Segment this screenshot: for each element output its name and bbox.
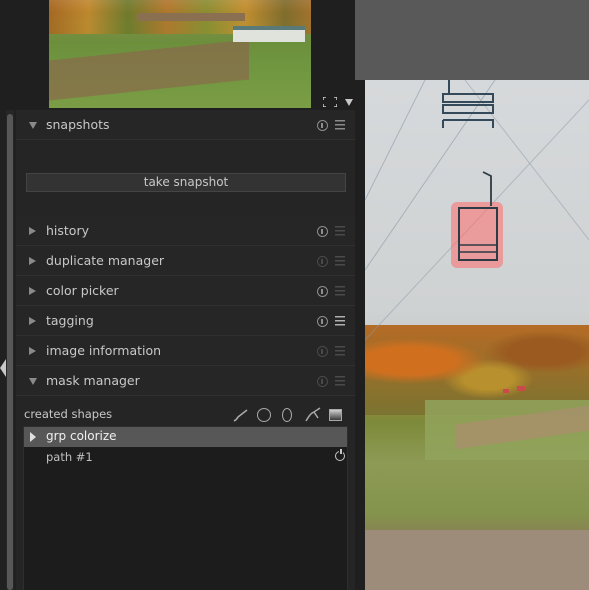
created-shapes-label: created shapes xyxy=(24,407,113,421)
presets-menu-icon[interactable] xyxy=(335,120,345,130)
module-title: image information xyxy=(46,343,162,358)
presets-menu-icon[interactable] xyxy=(335,286,345,296)
presets-menu-icon[interactable] xyxy=(335,256,345,266)
path-icon[interactable] xyxy=(305,407,321,422)
module-title: duplicate manager xyxy=(46,253,165,268)
ellipse-icon[interactable] xyxy=(282,408,292,422)
mask-group-row[interactable]: grp colorize xyxy=(24,427,347,447)
collapsed-arrow-icon xyxy=(29,227,36,235)
collapsed-arrow-icon xyxy=(29,347,36,355)
circle-icon[interactable] xyxy=(257,408,271,422)
snapshots-body: take snapshot xyxy=(16,140,355,216)
fullscreen-icon[interactable] xyxy=(323,97,337,107)
navigation-thumbnail[interactable] xyxy=(49,0,311,108)
thumbnail-lodge xyxy=(233,26,305,42)
gradient-icon[interactable] xyxy=(329,409,342,421)
group-name: grp colorize xyxy=(46,429,117,443)
shape-name: path #1 xyxy=(46,450,93,464)
zoom-dropdown-icon[interactable] xyxy=(345,99,353,106)
reset-icon[interactable] xyxy=(317,316,328,327)
thumbnail-slope xyxy=(49,39,249,101)
module-title: mask manager xyxy=(46,373,140,388)
brush-icon[interactable] xyxy=(233,409,249,422)
reset-icon[interactable] xyxy=(317,120,328,131)
panel-scrollbar-thumb[interactable] xyxy=(7,114,13,590)
module-title: history xyxy=(46,223,89,238)
presets-menu-icon[interactable] xyxy=(335,376,345,386)
module-header-duplicate-manager[interactable]: duplicate manager xyxy=(16,246,355,276)
module-title: color picker xyxy=(46,283,119,298)
expanded-arrow-icon xyxy=(29,378,37,385)
module-header-color-picker[interactable]: color picker xyxy=(16,276,355,306)
power-icon[interactable] xyxy=(335,449,345,461)
thumbnail-fence xyxy=(137,13,245,21)
chairlift-overlay xyxy=(365,80,589,393)
reset-icon[interactable] xyxy=(317,346,328,357)
main-image-canvas[interactable] xyxy=(365,80,589,590)
expanded-arrow-icon xyxy=(29,122,37,129)
reset-icon[interactable] xyxy=(317,226,328,237)
mask-manager-body: created shapes grp colorize path #1 xyxy=(16,396,355,590)
take-snapshot-button[interactable]: take snapshot xyxy=(26,173,346,192)
module-title: snapshots xyxy=(46,117,110,132)
reset-icon[interactable] xyxy=(317,286,328,297)
mask-shape-row[interactable]: path #1 xyxy=(24,447,347,467)
mask-shape-tree[interactable]: grp colorize path #1 xyxy=(23,426,348,590)
collapsed-arrow-icon xyxy=(29,257,36,265)
module-header-image-information[interactable]: image information xyxy=(16,336,355,366)
collapsed-arrow-icon xyxy=(29,317,36,325)
collapse-left-panel-icon[interactable] xyxy=(0,359,6,377)
reset-icon[interactable] xyxy=(317,256,328,267)
shape-toolbar: created shapes xyxy=(16,396,355,426)
left-module-panel: snapshots take snapshot history duplicat… xyxy=(16,110,355,590)
presets-menu-icon[interactable] xyxy=(335,346,345,356)
module-header-tagging[interactable]: tagging xyxy=(16,306,355,336)
module-title: tagging xyxy=(46,313,94,328)
module-header-snapshots[interactable]: snapshots xyxy=(16,110,355,140)
reset-icon[interactable] xyxy=(317,376,328,387)
collapsed-arrow-icon xyxy=(29,287,36,295)
center-view-background xyxy=(355,0,589,80)
presets-menu-icon[interactable] xyxy=(335,316,345,326)
panel-separator[interactable] xyxy=(355,80,365,590)
module-header-mask-manager[interactable]: mask manager xyxy=(16,366,355,396)
presets-menu-icon[interactable] xyxy=(335,226,345,236)
module-header-history[interactable]: history xyxy=(16,216,355,246)
expand-group-icon[interactable] xyxy=(30,432,36,442)
